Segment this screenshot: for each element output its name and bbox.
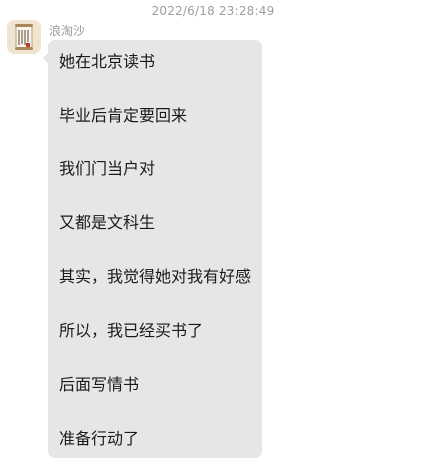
message-line: 其实，我觉得她对我有好感	[59, 267, 252, 286]
message-line: 所以，我已经买书了	[59, 321, 204, 340]
sender-name: 浪淘沙	[49, 24, 86, 38]
scroll-document-icon	[7, 20, 41, 54]
message-line: 我们门当户对	[59, 159, 156, 178]
sender-avatar[interactable]	[7, 20, 41, 54]
message-line: 毕业后肯定要回来	[59, 106, 188, 125]
message-line: 又都是文科生	[59, 213, 156, 232]
message-bubble[interactable]: 她在北京读书 毕业后肯定要回来 我们门当户对 又都是文科生 其实，我觉得她对我有…	[43, 40, 262, 458]
message-timestamp: 2022/6/18 23:28:49	[151, 4, 275, 18]
message-line: 准备行动了	[59, 429, 140, 448]
message-line: 她在北京读书	[59, 52, 156, 71]
message-line: 后面写情书	[59, 375, 140, 394]
